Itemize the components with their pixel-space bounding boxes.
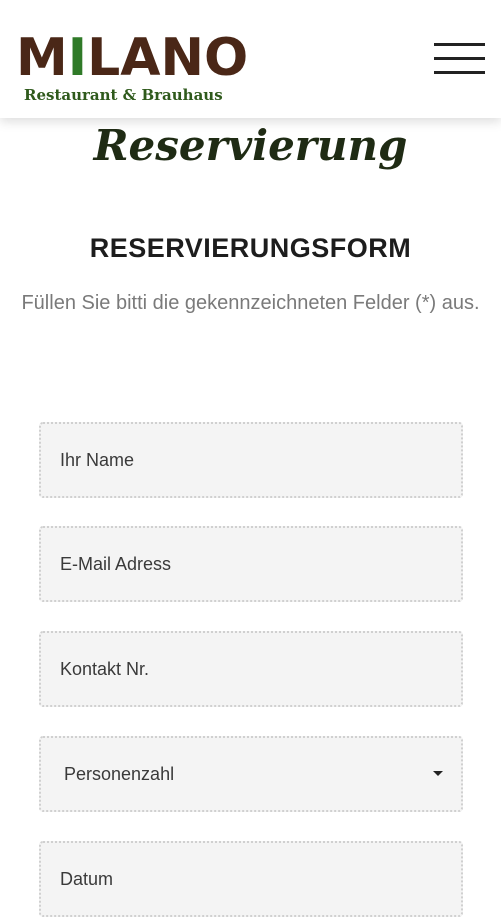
name-placeholder: Ihr Name <box>60 450 135 470</box>
hamburger-menu-icon[interactable] <box>434 43 485 75</box>
logo-letter-i: I <box>67 28 88 88</box>
phone-field[interactable]: Kontakt Nr. <box>39 631 463 707</box>
logo-letter-m: M <box>16 28 68 88</box>
logo-subtitle: Restaurant & Brauhaus <box>24 86 223 104</box>
name-field[interactable]: Ihr Name <box>39 422 463 498</box>
logo-letters-lano: LANO <box>87 28 249 88</box>
logo-wordmark: MILANO <box>16 30 248 86</box>
date-field[interactable]: Datum <box>39 841 463 917</box>
persons-select[interactable]: Personenzahl <box>39 736 463 812</box>
form-instructions: Füllen Sie bitti die gekennzeichneten Fe… <box>21 292 480 314</box>
email-field[interactable]: E-Mail Adress <box>39 526 463 602</box>
page-title: Reservierung <box>93 121 408 170</box>
site-header: MILANO Restaurant & Brauhaus <box>0 0 501 118</box>
email-placeholder: E-Mail Adress <box>60 554 172 574</box>
date-placeholder: Datum <box>60 869 114 889</box>
milano-logo[interactable]: MILANO Restaurant & Brauhaus <box>16 26 248 110</box>
hamburger-line-bottom <box>434 71 485 74</box>
hamburger-line-middle <box>434 57 485 60</box>
phone-placeholder: Kontakt Nr. <box>60 659 150 679</box>
caret-down-icon <box>433 771 443 776</box>
form-heading: RESERVIERUNGSFORM <box>89 233 412 263</box>
hamburger-line-top <box>434 43 485 46</box>
persons-selected-value: Personenzahl <box>64 764 175 784</box>
